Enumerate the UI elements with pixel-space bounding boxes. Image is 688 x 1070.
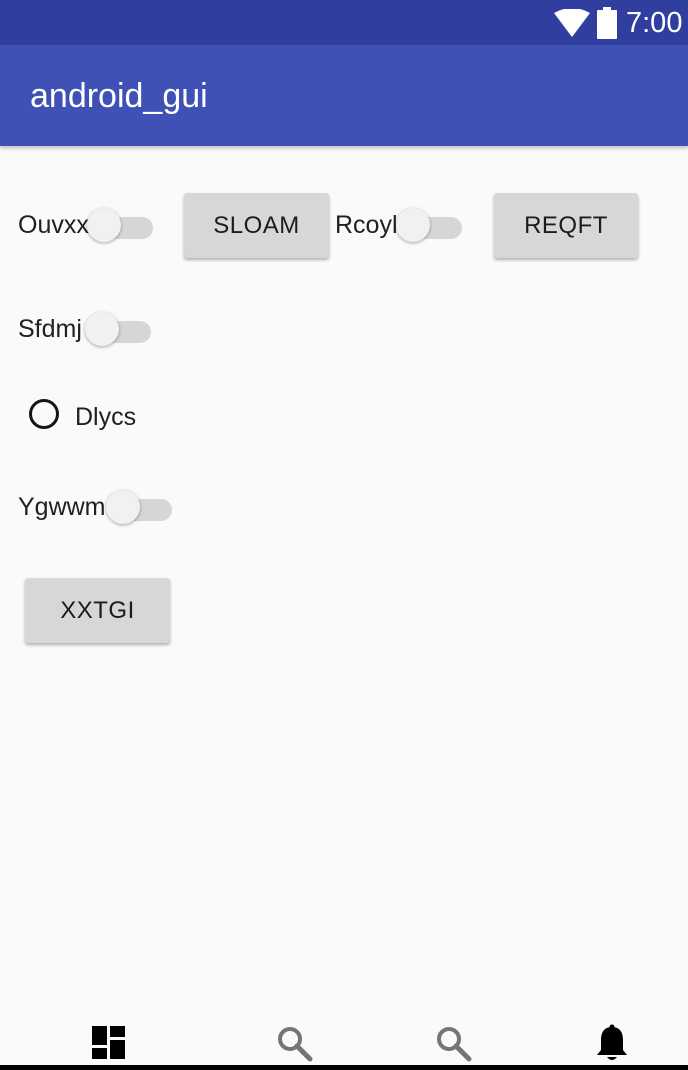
sloam-button[interactable]: SLOAM [184, 193, 329, 258]
radio-dlycs[interactable] [29, 399, 59, 429]
app-bar: android_gui [0, 45, 688, 146]
app-title: android_gui [30, 77, 208, 115]
switch-label-rcoyl: Rcoyl [335, 211, 398, 239]
switch-thumb [106, 490, 140, 524]
switch-ouvxx[interactable] [87, 204, 153, 244]
switch-label-ygwwm: Ygwwm [18, 493, 106, 521]
search-icon[interactable] [436, 1026, 472, 1062]
switch-thumb [87, 208, 121, 242]
bell-icon[interactable] [595, 1024, 629, 1062]
switch-label-ouvxx: Ouvxx [18, 211, 89, 239]
switch-label-sfdmj: Sfdmj [18, 315, 82, 343]
bottom-edge [0, 1065, 688, 1070]
switch-thumb [85, 312, 119, 346]
clock: 7:00 [626, 7, 683, 39]
wifi-icon [554, 9, 590, 37]
status-bar: 7:00 [0, 0, 688, 45]
xxtgi-button[interactable]: XXTGI [25, 578, 170, 643]
reqft-button[interactable]: REQFT [494, 193, 638, 258]
switch-thumb [396, 208, 430, 242]
bottom-nav [0, 1010, 688, 1070]
dashboard-icon[interactable] [92, 1026, 125, 1059]
radio-label-dlycs: Dlycs [75, 403, 137, 431]
switch-sfdmj[interactable] [85, 308, 151, 348]
switch-rcoyl[interactable] [396, 204, 462, 244]
battery-icon [597, 7, 617, 39]
search-icon[interactable] [277, 1026, 313, 1062]
switch-ygwwm[interactable] [106, 486, 172, 526]
